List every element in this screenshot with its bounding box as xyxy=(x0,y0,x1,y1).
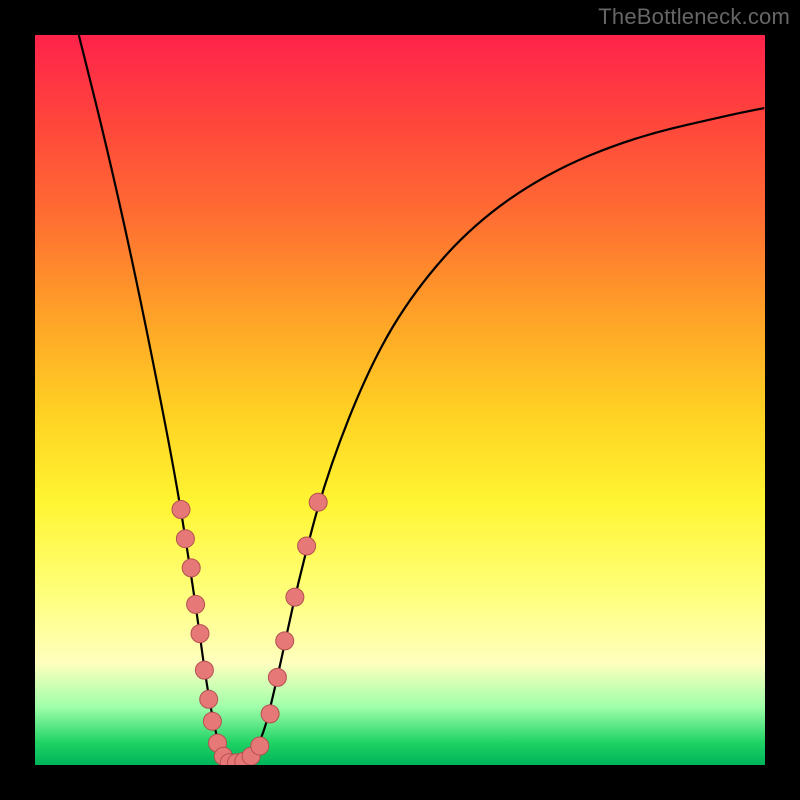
highlight-dot xyxy=(187,595,205,613)
chart-svg xyxy=(35,35,765,765)
highlight-dot xyxy=(195,661,213,679)
highlight-dot xyxy=(286,588,304,606)
highlight-dot xyxy=(251,737,269,755)
highlight-dot xyxy=(276,632,294,650)
watermark-text: TheBottleneck.com xyxy=(598,4,790,30)
highlight-dot xyxy=(176,530,194,548)
highlight-dot xyxy=(172,501,190,519)
highlight-dot xyxy=(203,712,221,730)
chart-frame: TheBottleneck.com xyxy=(0,0,800,800)
v-curve-line xyxy=(79,35,765,764)
highlight-dot xyxy=(182,559,200,577)
highlight-dot xyxy=(191,625,209,643)
plot-area xyxy=(35,35,765,765)
highlight-dots-group xyxy=(172,493,327,765)
highlight-dot xyxy=(309,493,327,511)
highlight-dot xyxy=(268,668,286,686)
highlight-dot xyxy=(200,690,218,708)
highlight-dot xyxy=(261,705,279,723)
highlight-dot xyxy=(298,537,316,555)
